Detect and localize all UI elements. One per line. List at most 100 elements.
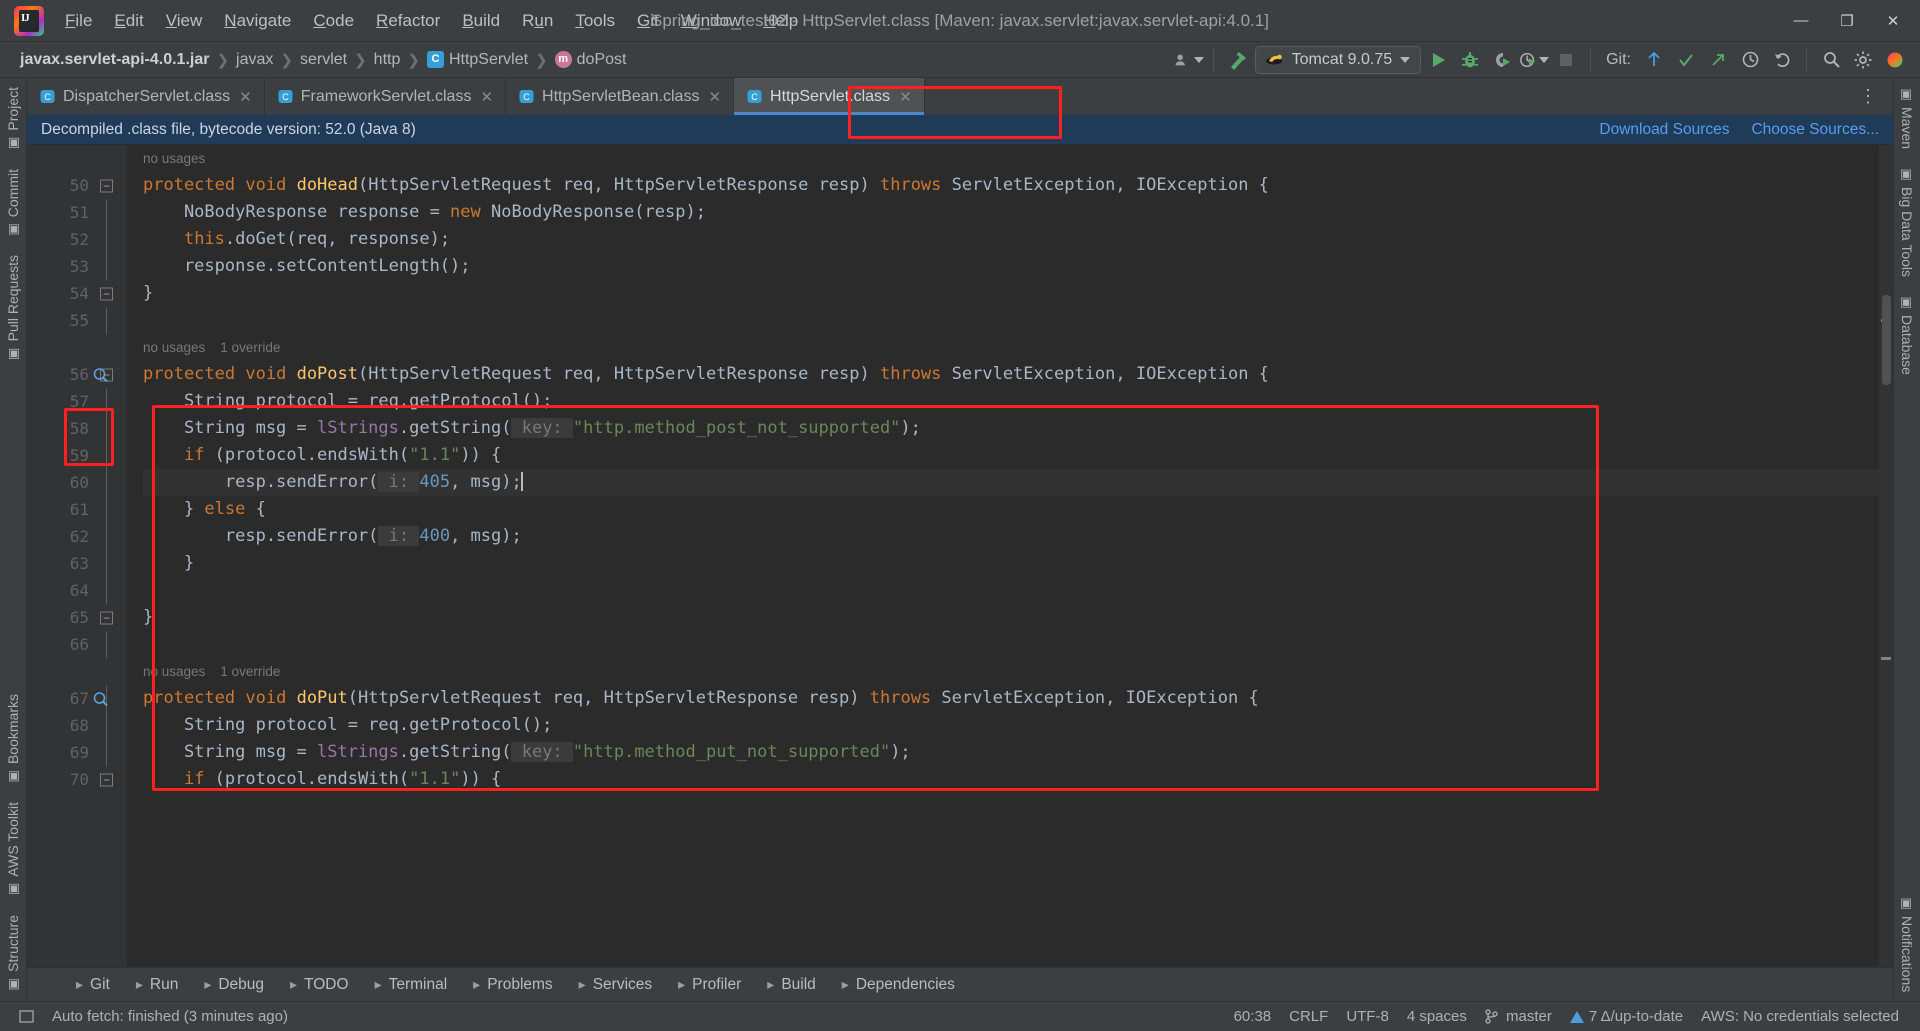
menu-item-tools[interactable]: Tools	[564, 5, 626, 37]
build-hammer-icon[interactable]	[1223, 46, 1253, 74]
gutter-line-blank[interactable]	[27, 658, 127, 685]
run-with-coverage-icon[interactable]	[1487, 46, 1517, 74]
minimize-button[interactable]: —	[1778, 0, 1824, 42]
breadcrumb-item-javax-servlet-api-4-0-1-jar[interactable]: javax.servlet-api-4.0.1.jar	[14, 50, 215, 70]
bottom-tool-services[interactable]: ▸ Services	[566, 972, 665, 998]
gutter-line-68[interactable]: 68	[27, 712, 127, 739]
gutter-line-blank[interactable]	[27, 145, 127, 172]
bottom-tool-dependencies[interactable]: ▸ Dependencies	[829, 972, 968, 998]
editor-gutter[interactable]: 50−51 52 53 54−55 56−57 58 59 60 61 62 63 64 65−66 67…	[27, 145, 127, 967]
gutter-line-57[interactable]: 57	[27, 388, 127, 415]
tool-window-button-database[interactable]: ▣ Database	[1899, 286, 1915, 384]
update-status-widget[interactable]: 7 Δ/up-to-date	[1561, 1008, 1692, 1025]
editor-tab-httpservletbean-class[interactable]: C HttpServletBean.class ✕	[506, 78, 735, 115]
gutter-line-55[interactable]: 55	[27, 307, 127, 334]
editor-tab-httpservlet-class[interactable]: C HttpServlet.class ✕	[734, 78, 925, 115]
menu-item-help[interactable]: Help	[752, 5, 809, 37]
gutter-line-66[interactable]: 66	[27, 631, 127, 658]
tool-window-button-big-data-tools[interactable]: ▣ Big Data Tools	[1899, 158, 1915, 286]
editor-tab-frameworkservlet-class[interactable]: C FrameworkServlet.class ✕	[265, 78, 507, 115]
git-branch-widget[interactable]: master	[1476, 1008, 1561, 1025]
fold-toggle-icon[interactable]: −	[100, 287, 113, 300]
close-button[interactable]: ✕	[1870, 0, 1916, 42]
ide-assistant-icon[interactable]	[1880, 46, 1910, 74]
gutter-line-60[interactable]: 60	[27, 469, 127, 496]
history-icon[interactable]	[1735, 46, 1765, 74]
stop-icon[interactable]	[1551, 46, 1581, 74]
gutter-line-52[interactable]: 52	[27, 226, 127, 253]
gutter-line-59[interactable]: 59	[27, 442, 127, 469]
menu-item-edit[interactable]: Edit	[103, 5, 154, 37]
profiler-icon[interactable]	[1519, 46, 1550, 74]
choose-sources-link[interactable]: Choose Sources...	[1751, 121, 1879, 139]
bottom-tool-build[interactable]: ▸ Build	[754, 972, 829, 998]
menu-item-file[interactable]: File	[54, 5, 103, 37]
gutter-line-64[interactable]: 64	[27, 577, 127, 604]
git-push-icon[interactable]	[1703, 46, 1733, 74]
aws-credentials-widget[interactable]: AWS: No credentials selected	[1692, 1008, 1908, 1025]
close-tab-icon[interactable]: ✕	[899, 88, 912, 106]
menu-item-run[interactable]: Run	[511, 5, 564, 37]
download-sources-link[interactable]: Download Sources	[1599, 121, 1729, 139]
close-tab-icon[interactable]: ✕	[708, 88, 721, 106]
bottom-tool-todo[interactable]: ▸ TODO	[277, 972, 362, 998]
implementation-marker-icon[interactable]	[93, 691, 108, 706]
more-options-icon[interactable]: ⋮	[1851, 86, 1885, 107]
close-tab-icon[interactable]: ✕	[239, 88, 252, 106]
tool-window-button-notifications[interactable]: ▣ Notifications	[1899, 887, 1915, 1001]
bottom-tool-terminal[interactable]: ▸ Terminal	[362, 972, 461, 998]
gutter-line-51[interactable]: 51	[27, 199, 127, 226]
breadcrumb-item-javax[interactable]: javax	[230, 50, 279, 70]
bottom-tool-debug[interactable]: ▸ Debug	[191, 972, 277, 998]
usage-label[interactable]: no usages 1 override	[143, 340, 280, 355]
tool-window-button-bookmarks[interactable]: ▣ Bookmarks	[5, 685, 21, 793]
line-separator[interactable]: CRLF	[1280, 1008, 1337, 1025]
breadcrumb-item-http[interactable]: http	[368, 50, 407, 70]
run-configuration-selector[interactable]: Tomcat 9.0.75	[1254, 45, 1422, 74]
gutter-line-70[interactable]: 70−	[27, 766, 127, 793]
bottom-tool-run[interactable]: ▸ Run	[123, 972, 191, 998]
bottom-tool-profiler[interactable]: ▸ Profiler	[665, 972, 754, 998]
gutter-line-69[interactable]: 69	[27, 739, 127, 766]
menu-item-code[interactable]: Code	[302, 5, 365, 37]
tool-window-button-project[interactable]: ▣ Project	[5, 78, 21, 160]
gutter-line-58[interactable]: 58	[27, 415, 127, 442]
user-avatar-icon[interactable]	[1174, 46, 1204, 74]
tool-window-button-maven[interactable]: ▣ Maven	[1899, 78, 1915, 158]
git-commit-icon[interactable]	[1671, 46, 1701, 74]
file-encoding[interactable]: UTF-8	[1337, 1008, 1398, 1025]
editor-scrollbar[interactable]	[1882, 295, 1891, 385]
menu-item-build[interactable]: Build	[451, 5, 511, 37]
usage-label[interactable]: no usages	[143, 151, 205, 166]
menu-item-navigate[interactable]: Navigate	[213, 5, 302, 37]
git-update-icon[interactable]	[1639, 46, 1669, 74]
implementation-marker-icon[interactable]	[93, 367, 108, 382]
settings-icon[interactable]	[1848, 46, 1878, 74]
run-icon[interactable]	[1423, 46, 1453, 74]
caret-position[interactable]: 60:38	[1225, 1008, 1281, 1025]
bottom-tool-git[interactable]: ▸ Git	[63, 972, 123, 998]
gutter-line-61[interactable]: 61	[27, 496, 127, 523]
fold-toggle-icon[interactable]: −	[100, 611, 113, 624]
maximize-button[interactable]: ❐	[1824, 0, 1870, 42]
gutter-line-53[interactable]: 53	[27, 253, 127, 280]
gutter-line-50[interactable]: 50−	[27, 172, 127, 199]
code-content[interactable]: no usages protected void doHead(HttpServl…	[127, 145, 1893, 967]
tool-window-button-commit[interactable]: ▣ Commit	[5, 160, 21, 246]
gutter-line-65[interactable]: 65−	[27, 604, 127, 631]
tool-window-button-structure[interactable]: ▣ Structure	[5, 906, 21, 1001]
gutter-line-56[interactable]: 56−	[27, 361, 127, 388]
menu-item-window[interactable]: Window	[670, 5, 752, 37]
breadcrumb-item-dopost[interactable]: m doPost	[549, 50, 633, 70]
gutter-line-63[interactable]: 63	[27, 550, 127, 577]
gutter-line-67[interactable]: 67	[27, 685, 127, 712]
gutter-line-54[interactable]: 54−	[27, 280, 127, 307]
error-stripe[interactable]	[1879, 145, 1893, 967]
menu-item-git[interactable]: Git	[626, 5, 670, 37]
menu-item-refactor[interactable]: Refactor	[365, 5, 451, 37]
fold-toggle-icon[interactable]: −	[100, 773, 113, 786]
gutter-line-62[interactable]: 62	[27, 523, 127, 550]
search-everywhere-icon[interactable]	[1816, 46, 1846, 74]
debug-icon[interactable]	[1455, 46, 1485, 74]
usage-label[interactable]: no usages 1 override	[143, 664, 280, 679]
